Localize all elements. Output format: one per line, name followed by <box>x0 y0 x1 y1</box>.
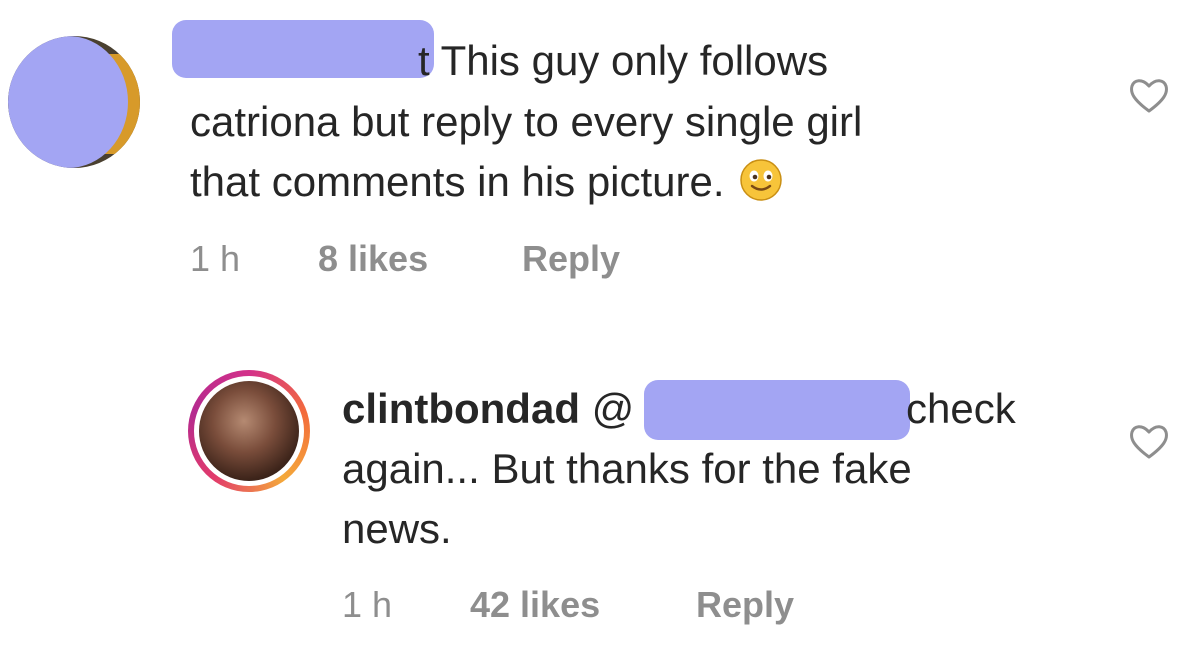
smiling-face-emoji <box>739 159 782 201</box>
username-redaction <box>172 20 434 78</box>
comment-text-line-1-tail: check <box>906 385 1016 432</box>
mention-redaction <box>644 380 910 440</box>
comment-meta: 1 h <box>342 584 392 626</box>
reply-button[interactable]: Reply <box>696 584 794 626</box>
reply-button[interactable]: Reply <box>522 238 620 280</box>
comment-text-line-1: clintbondad @ <box>342 380 634 437</box>
avatar-story-ring[interactable] <box>188 370 310 492</box>
heart-outline-icon[interactable] <box>1128 76 1170 114</box>
username[interactable]: clintbondad <box>342 385 580 432</box>
heart-outline-icon[interactable] <box>1128 422 1170 460</box>
comment-text-line-1: t This guy only follows <box>418 37 829 84</box>
comment-text-line-2: again... But thanks for the fake <box>342 445 912 492</box>
avatar-redaction <box>8 36 128 168</box>
avatar[interactable] <box>8 36 140 168</box>
comment-text-line-2: catriona but reply to every single girl <box>190 98 863 145</box>
likes-count[interactable]: 8 likes <box>318 238 428 280</box>
timestamp: 1 h <box>190 238 241 279</box>
likes-count[interactable]: 42 likes <box>470 584 600 626</box>
comment-meta: 1 h <box>190 238 240 280</box>
comment-text-line-3: news. <box>342 505 452 552</box>
comment-text-line-3: that comments in his picture. <box>190 153 783 210</box>
avatar <box>199 381 299 481</box>
mention-prefix: @ <box>591 385 635 432</box>
timestamp: 1 h <box>342 584 393 625</box>
